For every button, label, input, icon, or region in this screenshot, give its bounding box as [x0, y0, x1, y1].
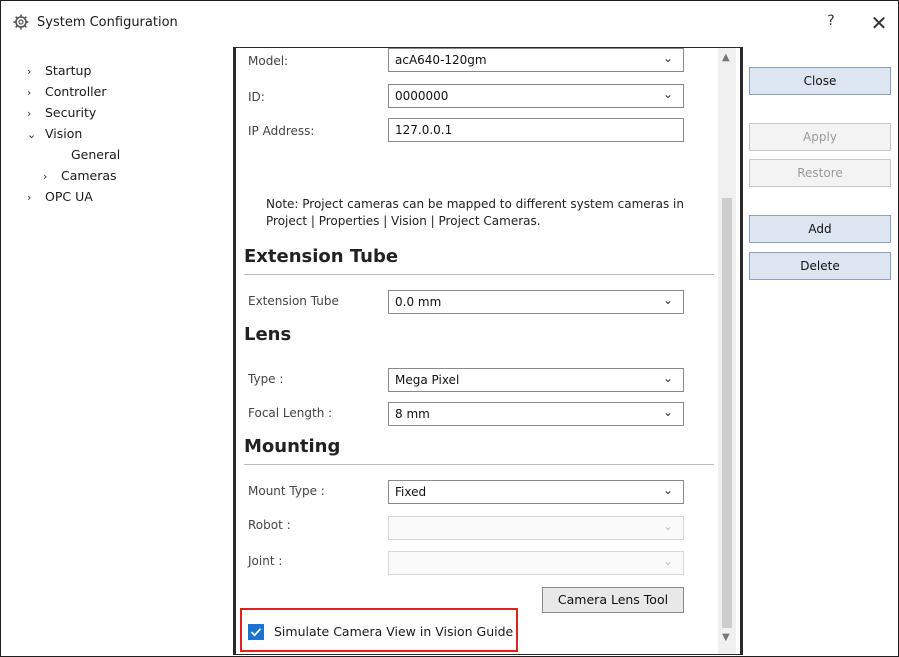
scroll-down-icon[interactable]: ▼ [722, 632, 730, 643]
chevron-down-icon: ⌄ [662, 87, 673, 101]
chevron-down-icon: ⌄ [662, 405, 673, 419]
checkmark-icon [250, 628, 262, 637]
extension-tube-heading: Extension Tube [244, 246, 399, 267]
mount-type-dropdown[interactable]: Fixed ⌄ [388, 480, 684, 504]
tree-item-label: Startup [44, 63, 92, 78]
camera-lens-tool-button[interactable]: Camera Lens Tool [542, 587, 684, 613]
add-button[interactable]: Add [749, 215, 891, 243]
section-divider [244, 274, 714, 275]
mounting-heading: Mounting [244, 436, 341, 457]
camera-properties-panel: Model: acA640-120gm ⌄ ID: 0000000 ⌄ IP A… [233, 47, 743, 655]
note-line-1: Note: Project cameras can be mapped to d… [266, 197, 684, 211]
mount-type-value: Fixed [395, 485, 427, 499]
focal-length-dropdown[interactable]: 8 mm ⌄ [388, 402, 684, 426]
tree-item-opc-ua[interactable]: › OPC UA [27, 187, 93, 207]
chevron-down-icon: ⌄ [27, 128, 37, 141]
scroll-thumb[interactable] [722, 198, 732, 628]
tree-item-label: Cameras [60, 168, 117, 183]
simulate-checkbox[interactable] [248, 624, 264, 640]
panel-scrollbar[interactable]: ▲ ▼ [718, 48, 736, 654]
chevron-right-icon: › [27, 86, 32, 99]
extension-tube-label: Extension Tube [248, 294, 339, 308]
close-window-button[interactable]: ✕ [867, 11, 891, 35]
tree-item-vision[interactable]: ⌄ Vision [27, 124, 82, 144]
simulate-label[interactable]: Simulate Camera View in Vision Guide [274, 624, 513, 639]
tree-item-security[interactable]: › Security [27, 103, 96, 123]
model-value: acA640-120gm [395, 53, 487, 67]
chevron-down-icon: ⌄ [662, 51, 673, 65]
id-value: 0000000 [395, 89, 449, 103]
model-dropdown[interactable]: acA640-120gm ⌄ [388, 48, 684, 72]
tree-item-startup[interactable]: › Startup [27, 61, 91, 81]
chevron-right-icon: › [43, 170, 48, 183]
settings-tree: › Startup › Controller › Security ⌄ Visi… [11, 47, 229, 653]
gear-icon [13, 14, 29, 30]
chevron-down-icon: ⌄ [662, 554, 673, 568]
robot-label: Robot : [248, 518, 291, 532]
id-label: ID: [248, 90, 265, 104]
lens-heading: Lens [244, 324, 292, 345]
id-dropdown[interactable]: 0000000 ⌄ [388, 84, 684, 108]
ip-address-label: IP Address: [248, 124, 315, 138]
delete-button[interactable]: Delete [749, 252, 891, 280]
action-buttons: Close Apply Restore Add Delete [741, 47, 891, 653]
tree-item-label: General [71, 147, 121, 162]
lens-type-value: Mega Pixel [395, 373, 460, 387]
note-line-2: Project | Properties | Vision | Project … [266, 214, 541, 228]
chevron-down-icon: ⌄ [662, 483, 673, 497]
tree-item-label: OPC UA [44, 189, 93, 204]
mount-type-label: Mount Type : [248, 484, 325, 498]
robot-dropdown: ⌄ [388, 516, 684, 540]
scroll-up-icon[interactable]: ▲ [722, 52, 730, 63]
focal-length-value: 8 mm [395, 407, 430, 421]
extension-tube-dropdown[interactable]: 0.0 mm ⌄ [388, 290, 684, 314]
chevron-right-icon: › [27, 65, 32, 78]
chevron-down-icon: ⌄ [662, 371, 673, 385]
title-bar: System Configuration ? ✕ [1, 1, 898, 45]
system-configuration-window: System Configuration ? ✕ › Startup › Con… [0, 0, 899, 657]
lens-type-label: Type : [248, 372, 284, 386]
extension-tube-value: 0.0 mm [395, 295, 442, 309]
tree-item-general[interactable]: General [71, 145, 120, 165]
joint-dropdown: ⌄ [388, 551, 684, 575]
ip-address-value: 127.0.0.1 [395, 123, 453, 137]
apply-button[interactable]: Apply [749, 123, 891, 151]
window-title: System Configuration [37, 15, 178, 30]
restore-button[interactable]: Restore [749, 159, 891, 187]
ip-address-field[interactable]: 127.0.0.1 [388, 118, 684, 142]
tree-item-label: Controller [44, 84, 107, 99]
tree-item-cameras[interactable]: › Cameras [43, 166, 117, 186]
model-label: Model: [248, 54, 289, 68]
chevron-down-icon: ⌄ [662, 519, 673, 533]
chevron-right-icon: › [27, 191, 32, 204]
help-button[interactable]: ? [821, 13, 841, 33]
chevron-down-icon: ⌄ [662, 293, 673, 307]
tree-item-label: Security [44, 105, 97, 120]
tree-item-controller[interactable]: › Controller [27, 82, 106, 102]
lens-type-dropdown[interactable]: Mega Pixel ⌄ [388, 368, 684, 392]
close-button[interactable]: Close [749, 67, 891, 95]
tree-item-label: Vision [44, 126, 83, 141]
chevron-right-icon: › [27, 107, 32, 120]
camera-mapping-note: Note: Project cameras can be mapped to d… [266, 196, 684, 230]
section-divider [244, 464, 714, 465]
focal-length-label: Focal Length : [248, 406, 333, 420]
joint-label: Joint : [248, 554, 283, 568]
